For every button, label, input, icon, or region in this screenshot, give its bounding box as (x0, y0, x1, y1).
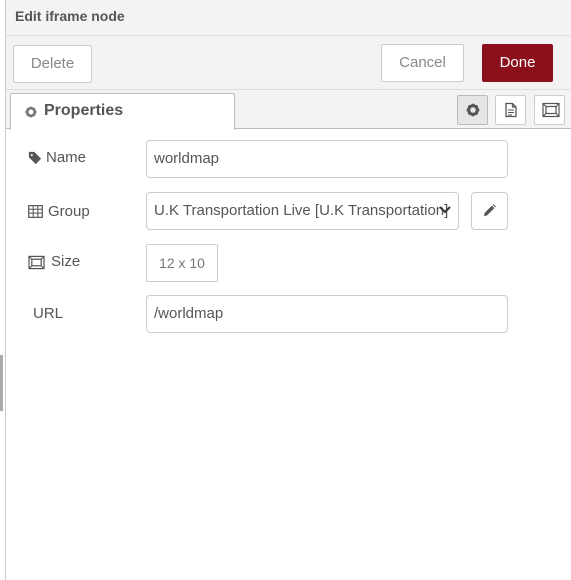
tray-title: Edit iframe node (15, 8, 125, 24)
chevron-down-icon (439, 206, 451, 214)
cancel-button[interactable]: Cancel (381, 44, 464, 82)
pencil-icon (483, 204, 496, 217)
settings-tab-button[interactable] (457, 95, 488, 125)
group-select[interactable]: U.K Transportation Live [U.K Transportat… (146, 192, 459, 230)
tab-properties[interactable]: Properties (10, 93, 235, 130)
table-icon (28, 205, 43, 218)
tab-properties-label: Properties (44, 102, 124, 119)
document-icon (505, 102, 517, 118)
size-icon (28, 255, 45, 270)
name-input[interactable]: worldmap (146, 140, 508, 178)
done-button[interactable]: Done (482, 44, 553, 82)
description-tab-button[interactable] (495, 95, 526, 125)
appearance-tab-button[interactable] (534, 95, 565, 125)
gear-icon (25, 106, 37, 118)
gear-icon (466, 103, 480, 117)
url-input[interactable]: /worldmap (146, 295, 508, 333)
resize-handle[interactable] (0, 355, 3, 411)
tray-header: Edit iframe node (6, 0, 571, 36)
tab-bar: Properties (6, 90, 571, 130)
delete-button[interactable]: Delete (13, 45, 92, 83)
edit-group-button[interactable] (471, 192, 508, 230)
edit-tray: Edit iframe node Delete Cancel Done Prop… (5, 0, 571, 580)
tag-icon (28, 151, 42, 165)
node-appearance-icon (542, 102, 560, 118)
size-button[interactable]: 12 x 10 (146, 244, 218, 282)
tray-toolbar: Delete Cancel Done (6, 36, 571, 90)
